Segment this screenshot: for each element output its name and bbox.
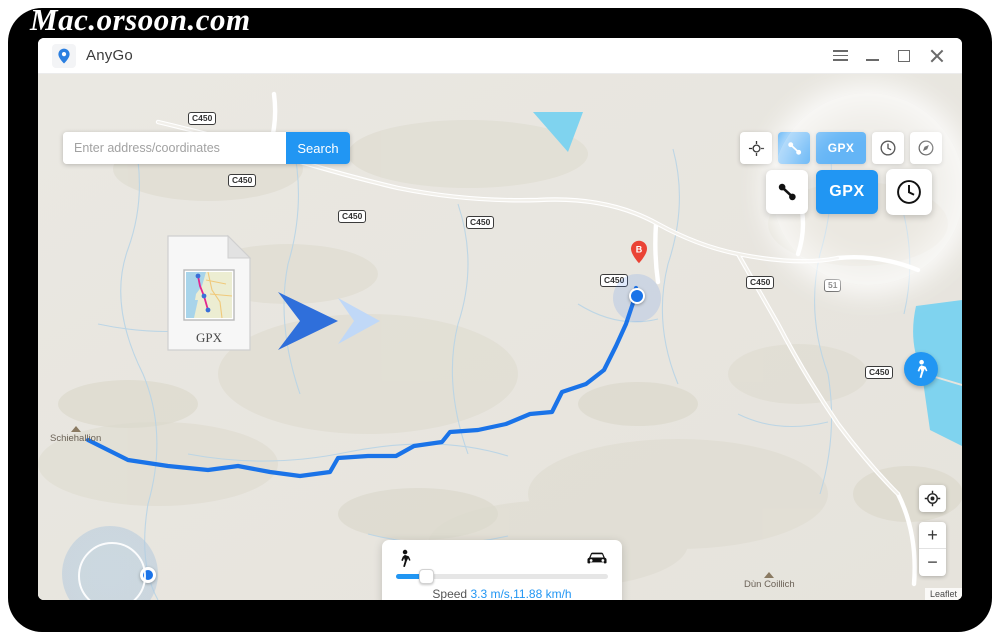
compass-icon[interactable]: [910, 132, 942, 164]
maximize-icon[interactable]: [897, 48, 912, 63]
hamburger-icon[interactable]: [833, 48, 848, 63]
walking-person-icon[interactable]: [396, 549, 413, 568]
crosshair-icon[interactable]: [740, 132, 772, 164]
poi-label: Dùn Coillich: [744, 579, 795, 590]
map-attribution[interactable]: Leaflet: [924, 588, 962, 600]
road-shield: C450: [188, 112, 217, 125]
zoom-in-button[interactable]: +: [919, 522, 946, 549]
site-watermark: Mac.orsoon.com: [30, 2, 251, 37]
minimize-icon[interactable]: [865, 48, 880, 63]
map-canvas[interactable]: C450 C450 C450 C450 C450 C450 51 C450 51…: [38, 74, 962, 600]
app-title: AnyGo: [86, 47, 133, 64]
speed-mode-icons: [396, 549, 608, 568]
locate-target-icon[interactable]: [919, 485, 946, 512]
gpx-button[interactable]: GPX: [816, 132, 866, 164]
marker-letter: B: [636, 244, 643, 254]
search-input[interactable]: [63, 132, 286, 164]
peak-icon: [70, 426, 81, 432]
destination-marker-b[interactable]: B: [630, 240, 648, 264]
window-titlebar: AnyGo: [38, 38, 962, 74]
poi-schiehallion: Schiehallion: [50, 426, 101, 444]
road-shield: 51: [824, 279, 842, 292]
speed-slider-handle[interactable]: [419, 569, 435, 584]
magnified-route-pin-icon[interactable]: [766, 170, 808, 214]
road-shield: C450: [228, 174, 257, 187]
speed-control-panel: Speed 3.3 m/s,11.88 km/h: [382, 540, 622, 600]
joystick-knob[interactable]: [140, 567, 156, 583]
speed-readout: Speed 3.3 m/s,11.88 km/h: [396, 587, 608, 600]
speed-value: 3.3 m/s,11.88 km/h: [470, 587, 572, 600]
zoom-controls: + −: [919, 522, 946, 576]
gpx-file-label: GPX: [195, 330, 222, 345]
search-bar: Search: [63, 132, 350, 164]
map-pin-icon: [52, 43, 76, 68]
poi-label: Schiehallion: [50, 433, 102, 444]
anygo-app-window: AnyGo C450 C450 C450 C450 C450 C450 51 C…: [38, 38, 962, 600]
speed-slider[interactable]: [396, 569, 608, 584]
poi-dun-coillich: Dùn Coillich: [744, 572, 795, 590]
road-shield: C450: [746, 276, 775, 289]
double-arrow-right-icon: [276, 290, 388, 352]
screenshot-root: Mac.orsoon.com AnyGo C450 C450 C450 C450…: [0, 0, 1000, 640]
clock-icon[interactable]: [872, 132, 904, 164]
route-pin-icon[interactable]: [778, 132, 810, 164]
speed-label: Speed: [432, 587, 471, 600]
car-icon[interactable]: [586, 551, 608, 566]
magnified-gpx-button[interactable]: GPX: [816, 170, 878, 214]
zoom-out-button[interactable]: −: [919, 549, 946, 576]
road-shield: C450: [466, 216, 495, 229]
close-icon[interactable]: [929, 48, 944, 63]
current-position-dot: [629, 288, 645, 304]
window-controls: [833, 48, 944, 63]
magnified-clock-icon[interactable]: [886, 169, 932, 215]
map-toolbar: GPX: [740, 132, 942, 164]
search-button[interactable]: Search: [286, 132, 350, 164]
walking-person-icon[interactable]: [904, 352, 938, 386]
peak-icon: [764, 572, 775, 578]
gpx-file-icon: GPX: [164, 234, 254, 354]
road-shield: C450: [865, 366, 894, 379]
road-shield: C450: [338, 210, 367, 223]
